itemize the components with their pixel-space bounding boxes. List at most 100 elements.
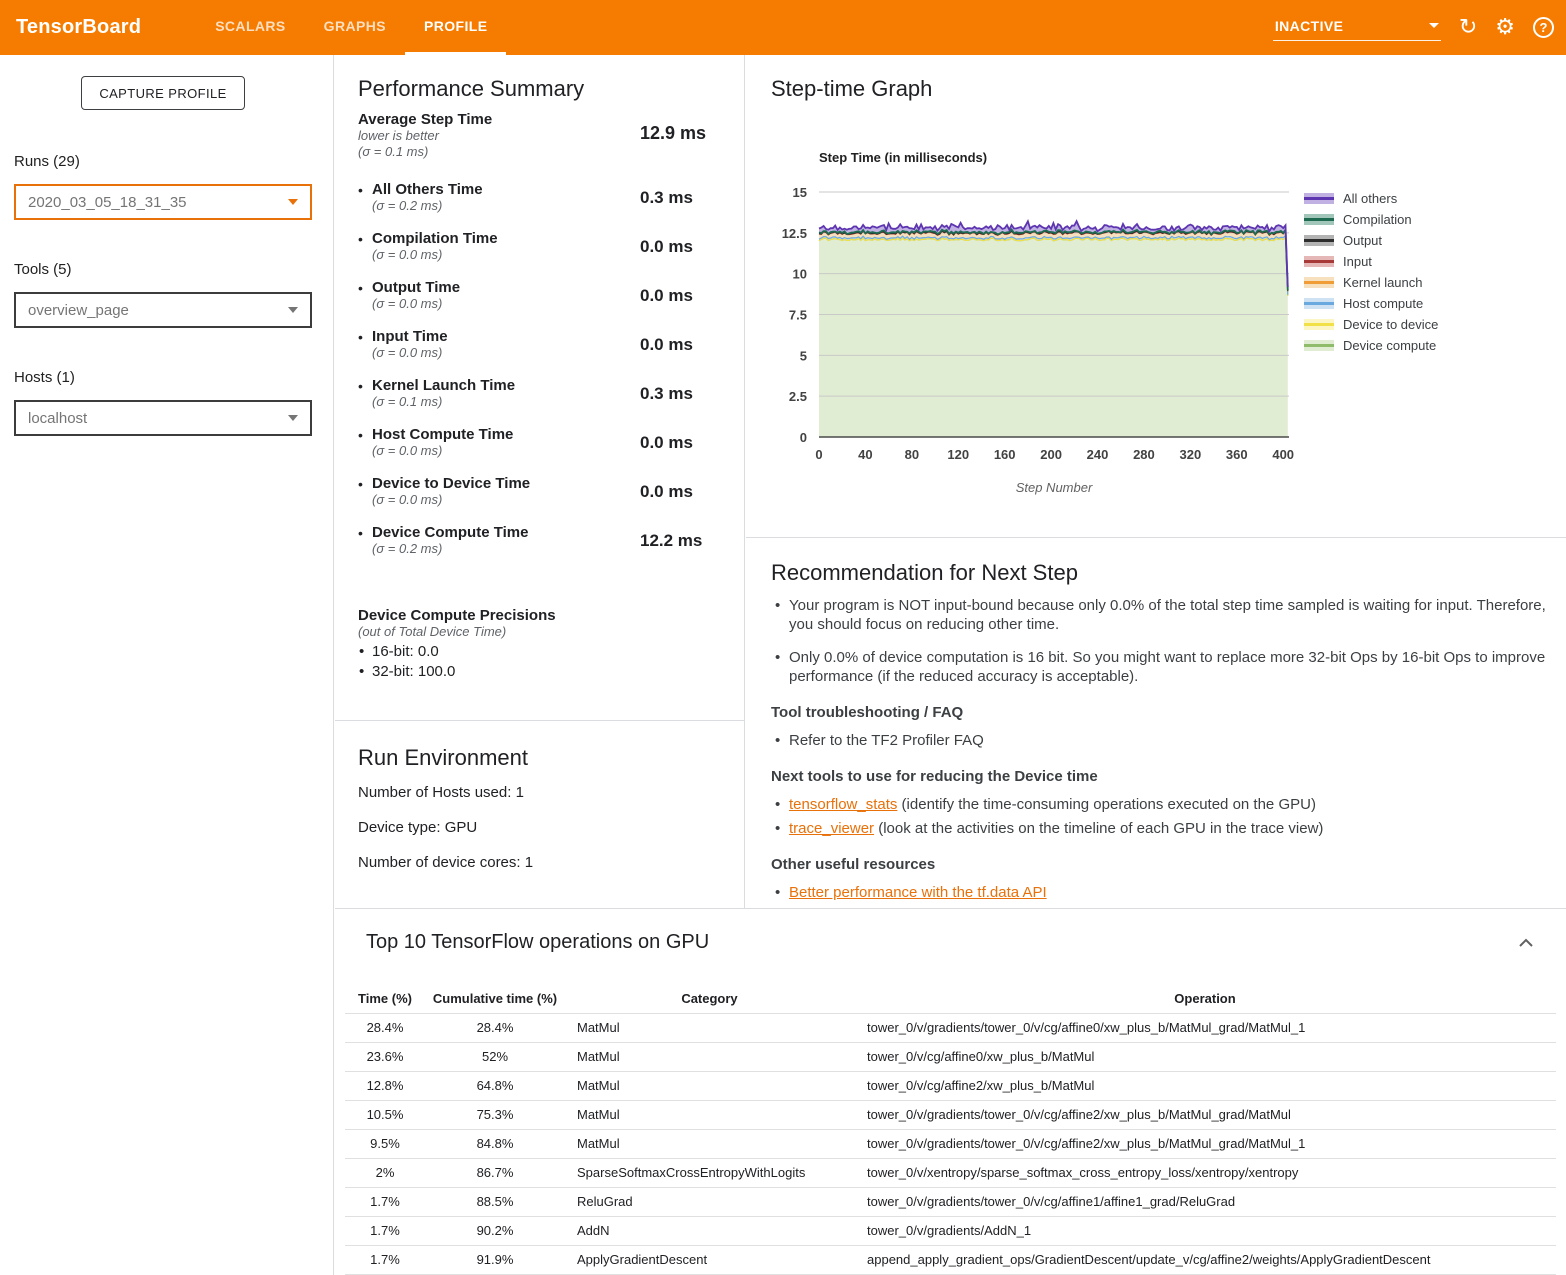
svg-text:280: 280: [1133, 447, 1155, 462]
svg-text:160: 160: [994, 447, 1016, 462]
chevron-down-icon: [288, 307, 298, 313]
run-env-cores: Number of device cores: 1: [358, 854, 533, 871]
legend-swatch: [1304, 214, 1334, 225]
tools-label: Tools (5): [14, 261, 72, 278]
runs-select[interactable]: 2020_03_05_18_31_35: [14, 184, 312, 220]
svg-text:240: 240: [1087, 447, 1109, 462]
svg-text:7.5: 7.5: [789, 308, 807, 323]
divider: [746, 537, 1566, 538]
summary-column: Performance Summary Average Step Time lo…: [335, 55, 745, 908]
svg-text:40: 40: [858, 447, 872, 462]
summary-items: • All Others Time (σ = 0.2 ms) 0.3 ms • …: [372, 181, 722, 573]
summary-item: • Host Compute Time (σ = 0.0 ms) 0.0 ms: [372, 426, 722, 459]
table-header-row: Time (%) Cumulative time (%) Category Op…: [345, 985, 1556, 1013]
summary-item: • All Others Time (σ = 0.2 ms) 0.3 ms: [372, 181, 722, 214]
legend-item-all-others: All others: [1304, 188, 1438, 209]
next-tool-item: trace_viewer (look at the activities on …: [789, 819, 1551, 838]
graph-column: Step-time Graph Step Time (in millisecon…: [746, 55, 1566, 908]
next-tools-heading: Next tools to use for reducing the Devic…: [771, 768, 1551, 785]
hosts-select[interactable]: localhost: [14, 400, 312, 436]
device-compute-precisions: Device Compute Precisions (out of Total …: [358, 607, 556, 682]
legend-item-kernel-launch: Kernel launch: [1304, 272, 1438, 293]
svg-text:200: 200: [1040, 447, 1062, 462]
recommendation-section: Recommendation for Next Step Your progra…: [771, 560, 1551, 907]
svg-text:400: 400: [1272, 447, 1294, 462]
legend-label: Device compute: [1343, 338, 1436, 353]
legend-label: Kernel launch: [1343, 275, 1423, 290]
legend-label: Compilation: [1343, 212, 1412, 227]
top-ops-title: Top 10 TensorFlow operations on GPU: [366, 931, 709, 954]
trace-viewer-link[interactable]: trace_viewer: [789, 820, 874, 837]
legend-item-host-compute: Host compute: [1304, 293, 1438, 314]
tools-select[interactable]: overview_page: [14, 292, 312, 328]
avg-sigma: (σ = 0.1 ms): [358, 144, 722, 160]
col-cumulative: Cumulative time (%): [425, 985, 565, 1013]
summary-item: • Compilation Time (σ = 0.0 ms) 0.0 ms: [372, 230, 722, 263]
performance-summary-title: Performance Summary: [358, 76, 584, 102]
app-header: TensorBoard SCALARS GRAPHS PROFILE INACT…: [0, 0, 1566, 55]
legend-item-device-to-device: Device to device: [1304, 314, 1438, 335]
collapse-chevron-icon[interactable]: [1516, 935, 1536, 951]
faq-heading: Tool troubleshooting / FAQ: [771, 704, 1551, 721]
table-row: 28.4%28.4%MatMultower_0/v/gradients/towe…: [345, 1013, 1556, 1042]
reload-icon[interactable]: ↻: [1459, 17, 1477, 39]
divider: [335, 720, 744, 721]
summary-item: • Output Time (σ = 0.0 ms) 0.0 ms: [372, 279, 722, 312]
summary-item: • Device Compute Time (σ = 0.2 ms) 12.2 …: [372, 524, 722, 557]
run-env-hosts: Number of Hosts used: 1: [358, 784, 524, 801]
tab-profile[interactable]: PROFILE: [405, 0, 506, 55]
table-row: 10.5%75.3%MatMultower_0/v/gradients/towe…: [345, 1100, 1556, 1129]
run-environment-title: Run Environment: [358, 745, 528, 771]
svg-text:Step Time (in milliseconds): Step Time (in milliseconds): [819, 150, 987, 165]
svg-text:360: 360: [1226, 447, 1248, 462]
avg-value: 12.9 ms: [640, 123, 706, 144]
svg-text:320: 320: [1180, 447, 1202, 462]
svg-text:12.5: 12.5: [782, 226, 807, 241]
tab-scalars[interactable]: SCALARS: [196, 0, 304, 55]
svg-text:15: 15: [793, 185, 807, 200]
status-select[interactable]: INACTIVE: [1273, 15, 1441, 41]
tab-graphs[interactable]: GRAPHS: [305, 0, 405, 55]
hosts-label: Hosts (1): [14, 369, 75, 386]
legend-swatch: [1304, 277, 1334, 288]
tfdata-api-link[interactable]: Better performance with the tf.data API: [789, 884, 1047, 901]
chevron-down-icon: [288, 199, 298, 205]
legend-item-output: Output: [1304, 230, 1438, 251]
recommendation-title: Recommendation for Next Step: [771, 560, 1551, 586]
summary-item: • Kernel Launch Time (σ = 0.1 ms) 0.3 ms: [372, 377, 722, 410]
svg-text:0: 0: [815, 447, 822, 462]
recommendation-bullet: Your program is NOT input-bound because …: [789, 596, 1551, 634]
table-row: 1.7%91.9%ApplyGradientDescentappend_appl…: [345, 1245, 1556, 1274]
chart-legend: All othersCompilationOutputInputKernel l…: [1304, 188, 1438, 356]
app-title: TensorBoard: [16, 16, 141, 39]
help-icon[interactable]: ?: [1533, 17, 1554, 38]
sidebar: CAPTURE PROFILE Runs (29) 2020_03_05_18_…: [0, 55, 334, 1275]
svg-text:Step Number: Step Number: [1016, 480, 1093, 495]
tensorflow-stats-link[interactable]: tensorflow_stats: [789, 796, 897, 813]
tools-select-value: overview_page: [28, 302, 129, 319]
chevron-down-icon: [288, 415, 298, 421]
step-time-graph-title: Step-time Graph: [771, 76, 932, 102]
top-ops-table: Time (%) Cumulative time (%) Category Op…: [345, 985, 1556, 1275]
col-operation: Operation: [855, 985, 1556, 1013]
capture-profile-button[interactable]: CAPTURE PROFILE: [81, 76, 245, 110]
resource-item: Better performance with the tf.data API: [789, 883, 1551, 902]
svg-text:0: 0: [800, 430, 807, 445]
gear-icon[interactable]: ⚙: [1495, 17, 1515, 39]
recommendation-bullet: Only 0.0% of device computation is 16 bi…: [789, 648, 1551, 686]
legend-label: Host compute: [1343, 296, 1423, 311]
table-row: 1.7%90.2%AddNtower_0/v/gradients/AddN_1: [345, 1216, 1556, 1245]
chevron-down-icon: [1429, 23, 1439, 28]
svg-text:2.5: 2.5: [789, 389, 807, 404]
runs-select-value: 2020_03_05_18_31_35: [28, 194, 187, 211]
table-row: 23.6%52%MatMultower_0/v/cg/affine0/xw_pl…: [345, 1042, 1556, 1071]
hosts-select-value: localhost: [28, 410, 87, 427]
svg-text:5: 5: [800, 348, 807, 363]
runs-label: Runs (29): [14, 153, 80, 170]
table-row: 12.8%64.8%MatMultower_0/v/cg/affine2/xw_…: [345, 1071, 1556, 1100]
legend-swatch: [1304, 319, 1334, 330]
legend-swatch: [1304, 298, 1334, 309]
next-tool-item: tensorflow_stats (identify the time-cons…: [789, 795, 1551, 814]
table-row: 2%86.7%SparseSoftmaxCrossEntropyWithLogi…: [345, 1158, 1556, 1187]
legend-label: Device to device: [1343, 317, 1438, 332]
